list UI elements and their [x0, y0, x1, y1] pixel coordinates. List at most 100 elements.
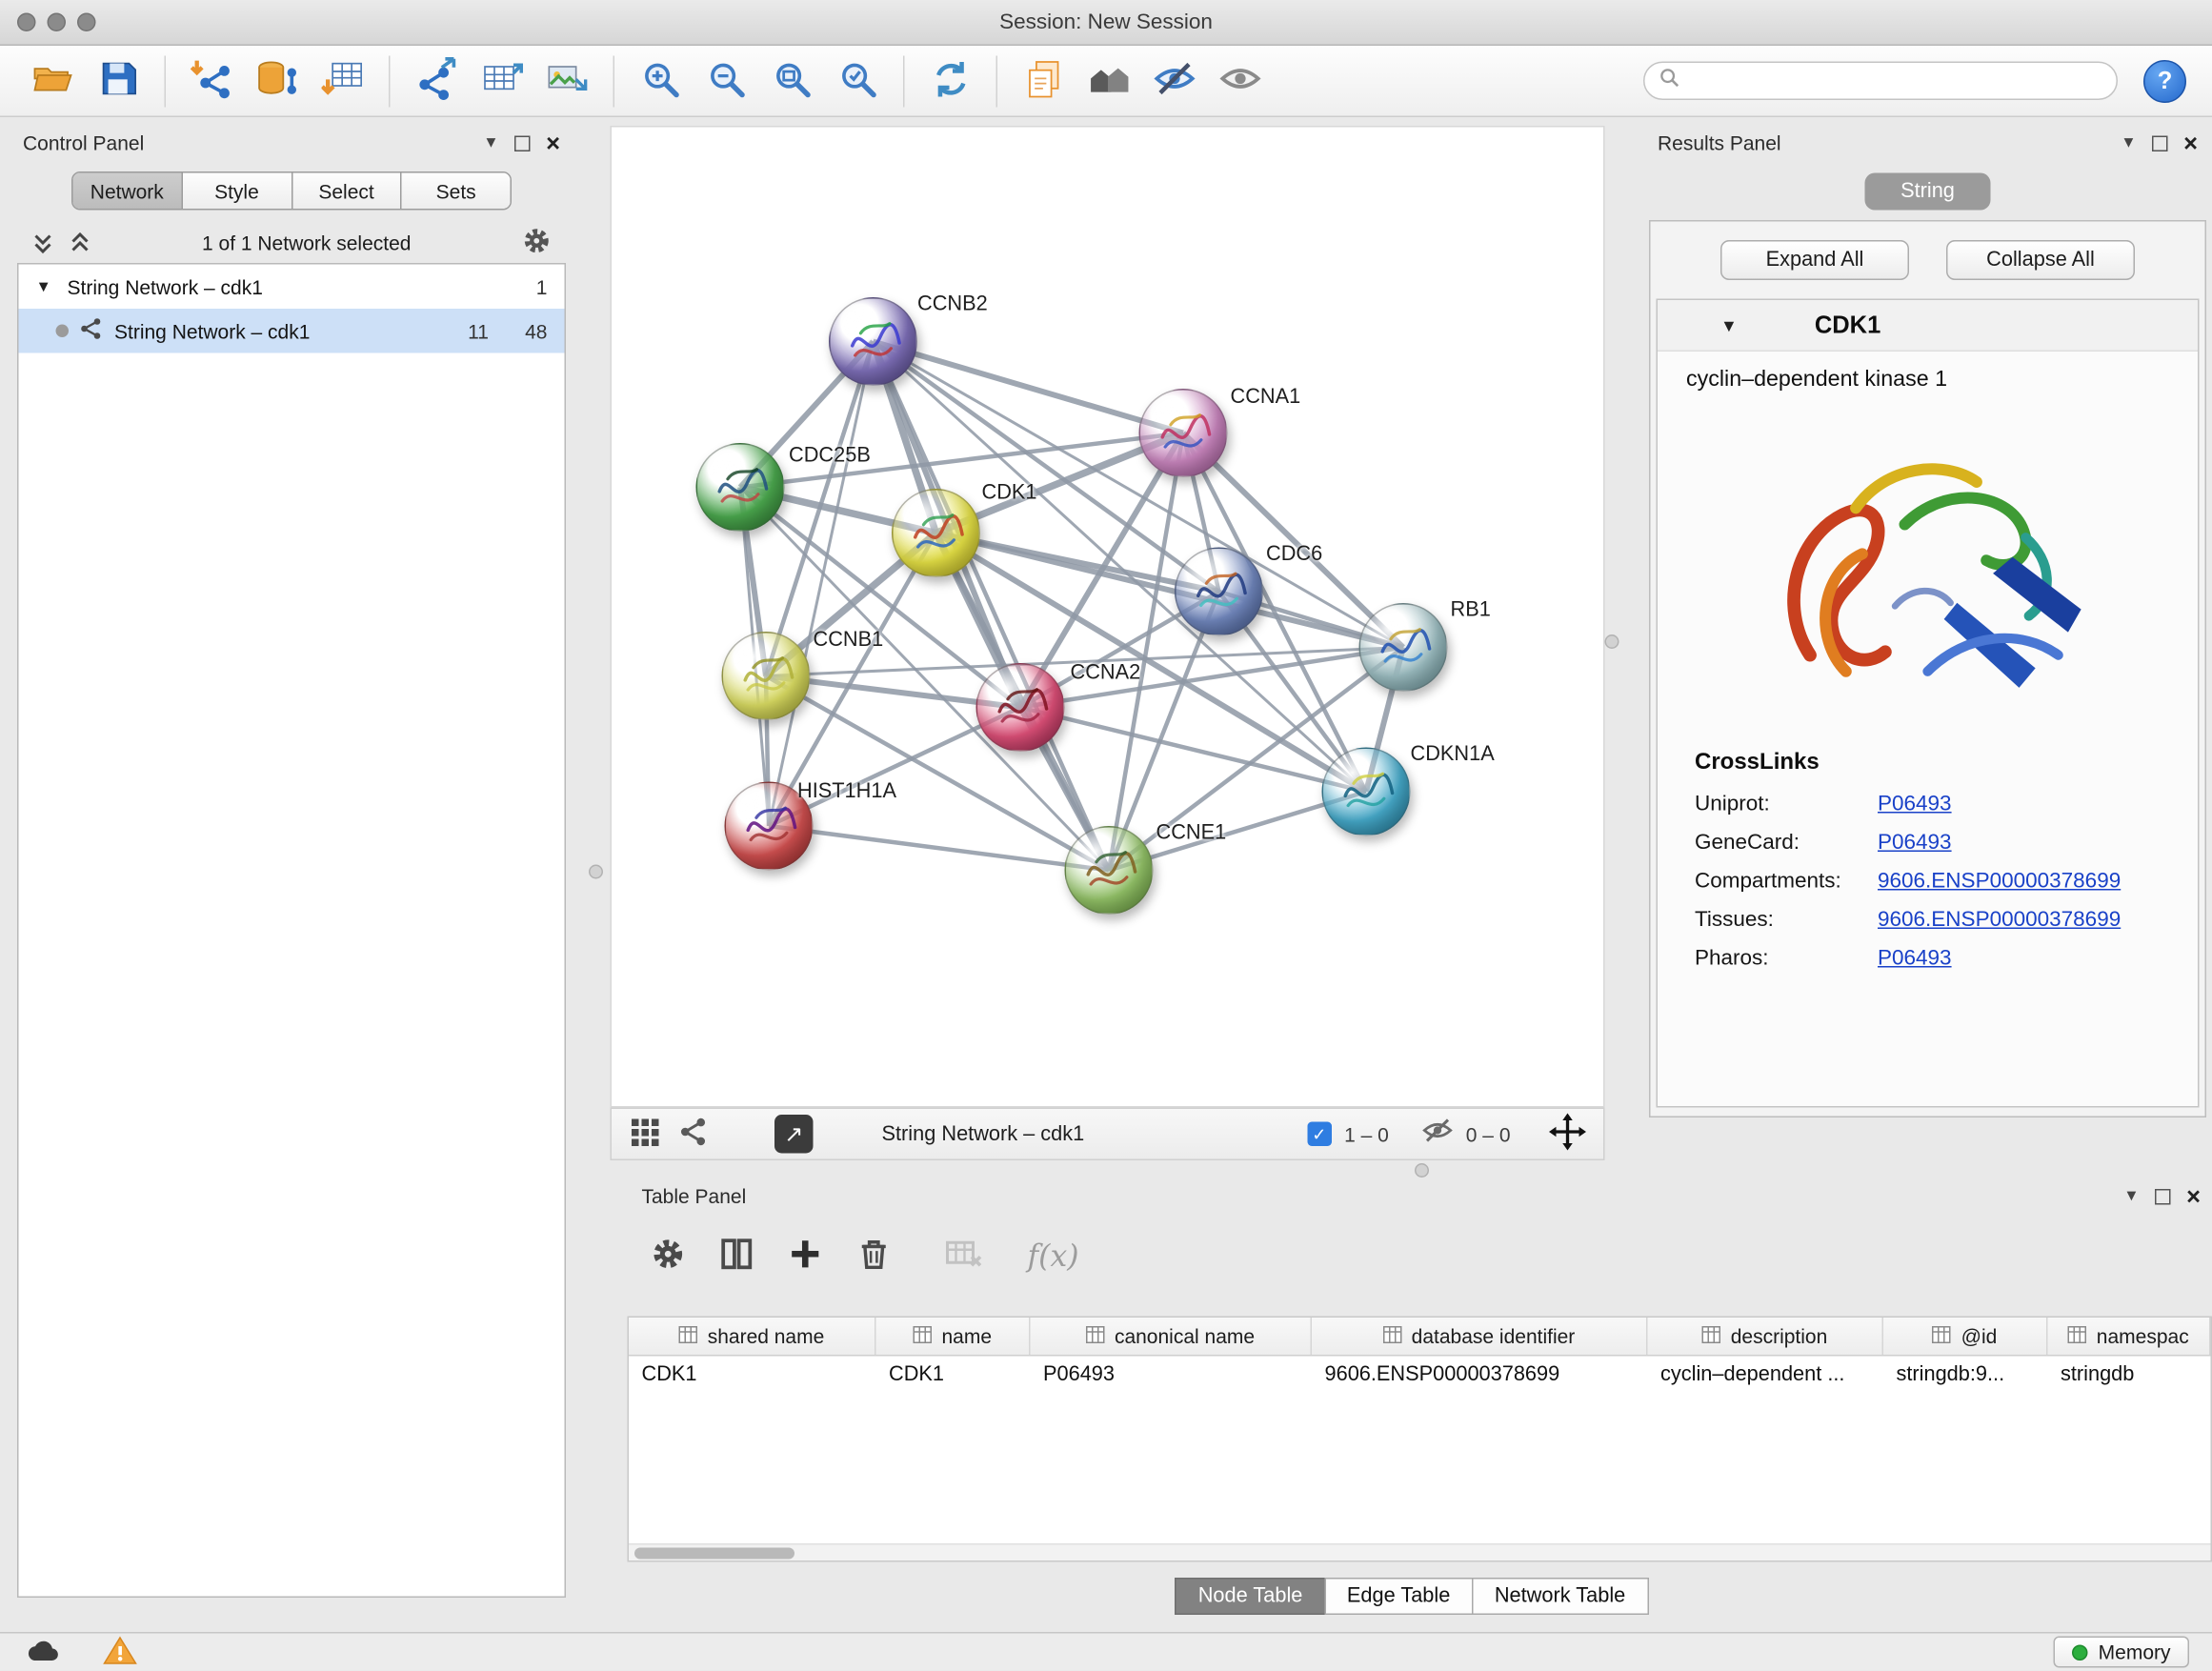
network-node-ccna2[interactable] — [976, 663, 1065, 752]
network-node-ccnb2[interactable] — [829, 297, 917, 386]
column-header-database-identifier[interactable]: database identifier — [1312, 1318, 1648, 1355]
column-header-canonical-name[interactable]: canonical name — [1031, 1318, 1313, 1355]
scrollbar-thumb[interactable] — [634, 1548, 794, 1560]
table-row[interactable]: CDK1 CDK1 P06493 9606.ENSP00000378699 cy… — [629, 1357, 2211, 1396]
column-header-name[interactable]: name — [876, 1318, 1031, 1355]
crosslink-link[interactable]: P06493 — [1878, 792, 1952, 816]
import-network-file-button[interactable] — [179, 50, 245, 111]
network-node-cdkn1a[interactable] — [1322, 748, 1411, 836]
save-session-button[interactable] — [86, 50, 151, 111]
minimize-window-button[interactable] — [48, 13, 67, 32]
tab-node-table[interactable]: Node Table — [1176, 1578, 1326, 1615]
panel-caret-icon[interactable]: ▼ — [2121, 134, 2136, 151]
collapse-all-networks-button[interactable] — [69, 232, 91, 254]
crosslink-link[interactable]: P06493 — [1878, 831, 1952, 856]
panel-close-icon[interactable]: × — [2186, 1184, 2201, 1209]
network-node-rb1[interactable] — [1359, 603, 1448, 692]
expand-all-button[interactable]: Expand All — [1720, 240, 1909, 280]
close-window-button[interactable] — [17, 13, 36, 32]
string-home-button[interactable] — [1076, 50, 1142, 111]
grid-view-button[interactable] — [629, 1117, 660, 1153]
show-all-button[interactable] — [1208, 50, 1274, 111]
tab-network-table[interactable]: Network Table — [1472, 1578, 1648, 1615]
network-options-button[interactable] — [522, 226, 553, 260]
horizontal-scrollbar[interactable] — [629, 1543, 2211, 1560]
delete-table-button[interactable] — [945, 1237, 984, 1277]
tab-network[interactable]: Network — [73, 173, 183, 210]
pan-mode-button[interactable] — [1549, 1114, 1586, 1156]
splitter-handle[interactable] — [1605, 634, 1619, 649]
function-builder-button[interactable]: f(x) — [1028, 1239, 1079, 1274]
column-header-id[interactable]: @id — [1883, 1318, 2048, 1355]
tab-sets[interactable]: Sets — [402, 173, 511, 210]
crosslink-link[interactable]: 9606.ENSP00000378699 — [1878, 908, 2121, 933]
export-network-button[interactable] — [403, 50, 469, 111]
splitter-handle[interactable] — [589, 865, 603, 879]
network-node-cdc25b[interactable] — [696, 443, 785, 532]
collapse-caret-icon[interactable]: ▼ — [1720, 315, 1738, 335]
panel-close-icon[interactable]: × — [2183, 131, 2198, 155]
import-network-database-button[interactable] — [245, 50, 311, 111]
column-header-shared-name[interactable]: shared name — [629, 1318, 876, 1355]
search-input[interactable] — [1689, 70, 2102, 92]
expand-all-networks-button[interactable] — [31, 232, 54, 254]
export-network-icon — [414, 57, 457, 105]
column-header-description[interactable]: description — [1648, 1318, 1884, 1355]
network-node-ccne1[interactable] — [1065, 826, 1154, 915]
column-label: database identifier — [1412, 1325, 1576, 1348]
network-node-cdk1[interactable] — [892, 489, 980, 577]
string-tab-badge[interactable]: String — [1865, 173, 1991, 211]
hide-selected-button[interactable] — [1142, 50, 1208, 111]
collapse-all-button[interactable]: Collapse All — [1946, 240, 2135, 280]
export-table-button[interactable] — [469, 50, 534, 111]
panel-float-icon[interactable] — [2155, 1188, 2171, 1204]
zoom-window-button[interactable] — [77, 13, 96, 32]
network-selection-row: 1 of 1 Network selected — [11, 226, 572, 260]
selected-checkbox[interactable]: ✓ — [1307, 1122, 1332, 1147]
panel-caret-icon[interactable]: ▼ — [483, 134, 498, 151]
tree-caret-icon[interactable]: ▼ — [36, 278, 58, 295]
toolbar-separator — [903, 55, 905, 107]
protein-card-header[interactable]: ▼ CDK1 — [1658, 300, 2198, 352]
network-node-ccnb1[interactable] — [722, 632, 811, 720]
delete-column-button[interactable] — [856, 1237, 893, 1277]
open-session-button[interactable] — [20, 50, 86, 111]
tab-style[interactable]: Style — [183, 173, 292, 210]
warnings-button[interactable] — [103, 1635, 137, 1671]
birdseye-view-button[interactable] — [677, 1117, 709, 1153]
tab-edge-table[interactable]: Edge Table — [1324, 1578, 1473, 1615]
panel-float-icon[interactable] — [514, 135, 531, 151]
panel-float-icon[interactable] — [2152, 135, 2168, 151]
panel-close-icon[interactable]: × — [546, 131, 560, 155]
open-in-new-window-button[interactable]: ↗ — [774, 1115, 814, 1154]
crosslink-link[interactable]: P06493 — [1878, 946, 1952, 971]
zoom-in-button[interactable] — [628, 50, 694, 111]
column-header-namespace[interactable]: namespac — [2048, 1318, 2211, 1355]
network-node-ccna1[interactable] — [1139, 389, 1228, 477]
export-image-button[interactable] — [534, 50, 600, 111]
apply-layout-button[interactable] — [917, 50, 983, 111]
create-column-button[interactable] — [788, 1237, 824, 1277]
arrow-up-right-icon: ↗ — [784, 1119, 803, 1148]
zoom-selected-button[interactable] — [825, 50, 891, 111]
splitter-handle[interactable] — [1415, 1163, 1429, 1178]
panel-caret-icon[interactable]: ▼ — [2123, 1188, 2139, 1205]
network-row[interactable]: String Network – cdk1 11 48 — [19, 309, 565, 353]
table-options-button[interactable] — [651, 1237, 687, 1277]
zoom-fit-button[interactable] — [759, 50, 825, 111]
import-table-file-button[interactable] — [311, 50, 376, 111]
help-button[interactable]: ? — [2143, 59, 2186, 102]
copy-document-button[interactable] — [1011, 50, 1076, 111]
network-collection-row[interactable]: ▼ String Network – cdk1 1 — [19, 265, 565, 310]
crosslink-link[interactable]: 9606.ENSP00000378699 — [1878, 869, 2121, 894]
trash-icon — [856, 1237, 893, 1277]
zoom-out-button[interactable] — [694, 50, 759, 111]
memory-button[interactable]: Memory — [2054, 1637, 2189, 1668]
network-canvas[interactable]: CCNB2CCNA1CDC25BCDK1CDC6RB1CCNB1CCNA2CDK… — [611, 126, 1605, 1108]
tab-select[interactable]: Select — [292, 173, 402, 210]
cloud-status-button[interactable] — [23, 1635, 63, 1671]
protein-ribbon-thumb — [723, 634, 809, 719]
control-panel-header: Control Panel ▼ × — [11, 126, 572, 160]
show-columns-button[interactable] — [719, 1237, 755, 1277]
network-node-cdc6[interactable] — [1175, 548, 1263, 636]
